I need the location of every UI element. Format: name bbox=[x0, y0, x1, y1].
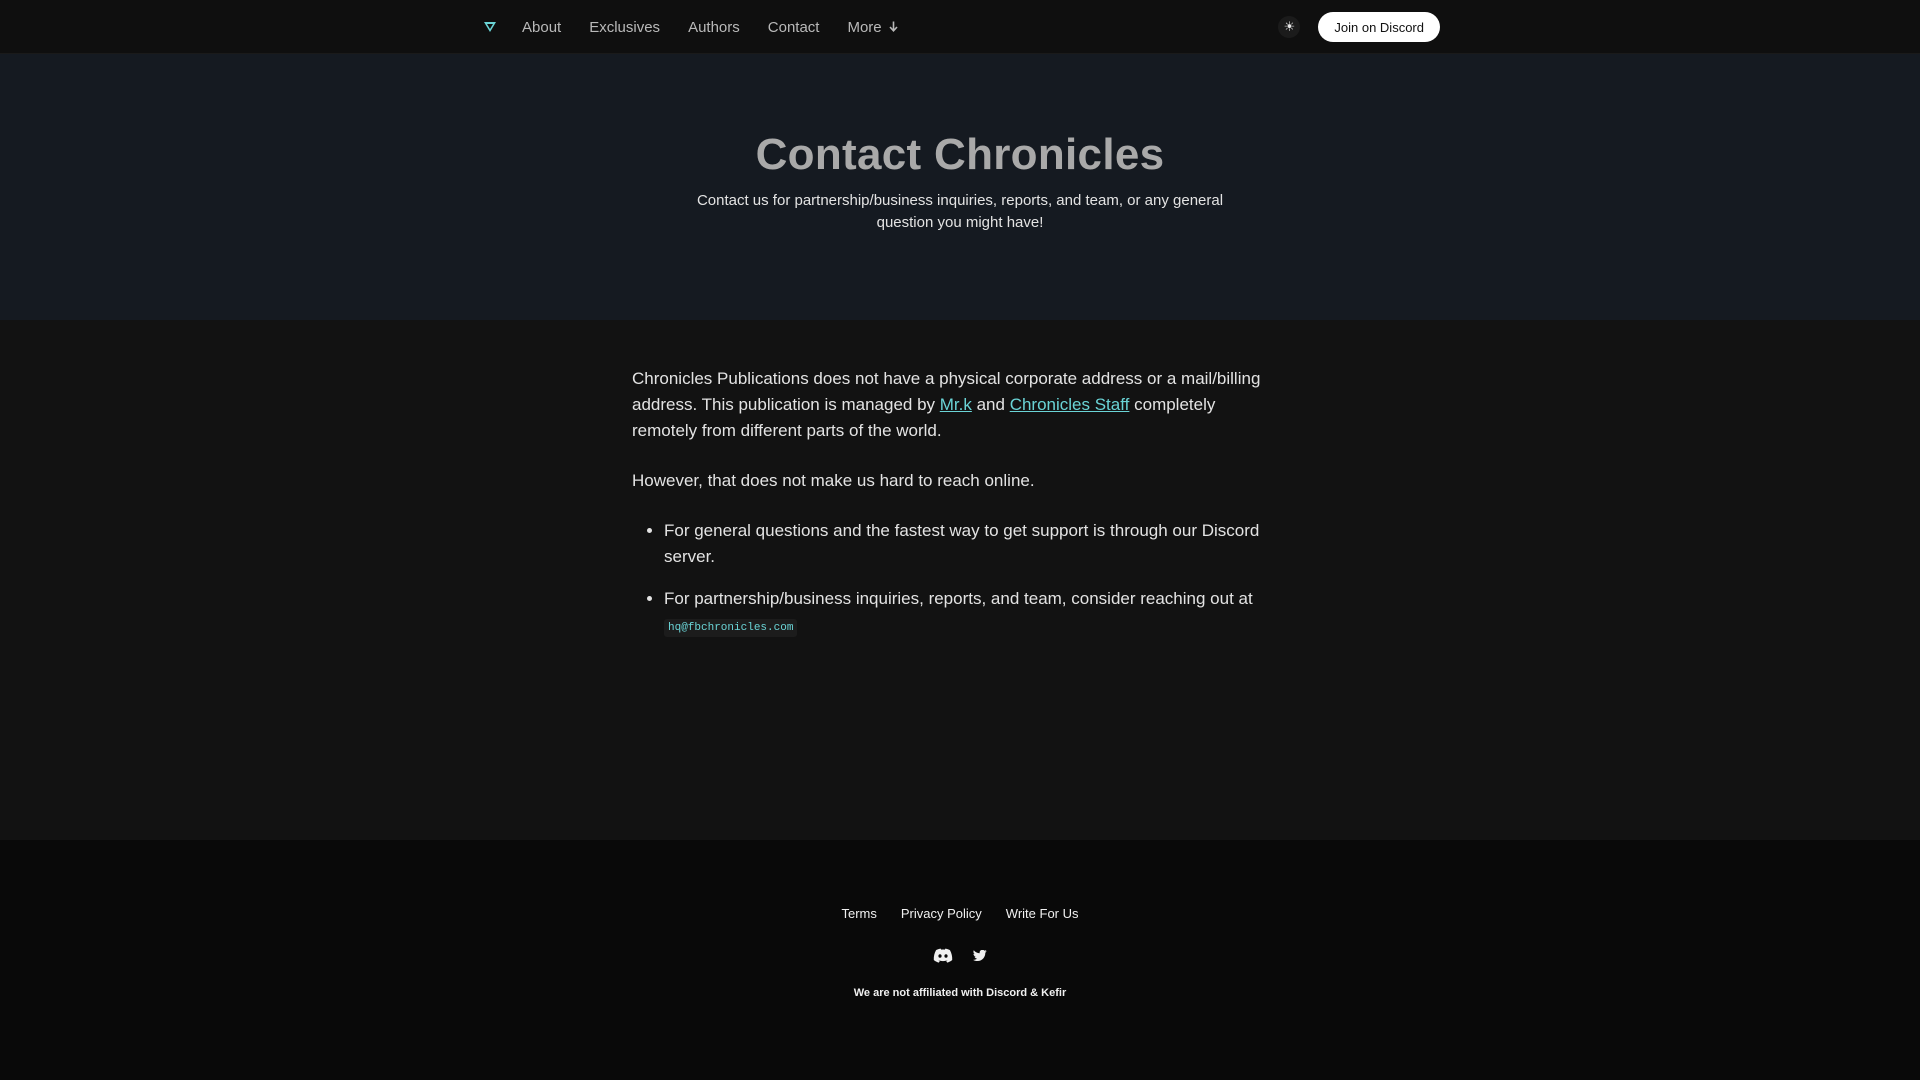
join-discord-button[interactable]: Join on Discord bbox=[1318, 12, 1440, 42]
reach-paragraph: However, that does not make us hard to r… bbox=[632, 471, 1035, 490]
nav-links: About Exclusives Authors Contact More bbox=[522, 19, 898, 36]
chronicles-logo-icon[interactable] bbox=[484, 21, 496, 33]
partnership-text: For partnership/business inquiries, repo… bbox=[664, 589, 1253, 608]
address-text-mid: and bbox=[971, 395, 1010, 414]
sun-icon: ☀ bbox=[1283, 19, 1296, 34]
footer-links: Terms Privacy Policy Write For Us bbox=[0, 906, 1920, 921]
navbar-inner: About Exclusives Authors Contact More ☀ … bbox=[484, 0, 1440, 54]
contact-content: Chronicles Publications does not have a … bbox=[632, 366, 1282, 654]
footer: Terms Privacy Policy Write For Us We are… bbox=[0, 840, 1920, 1080]
address-paragraph: Chronicles Publications does not have a … bbox=[632, 366, 1282, 444]
nav-actions: ☀ Join on Discord bbox=[1278, 12, 1440, 42]
nav-more-label: More bbox=[847, 18, 882, 36]
arrow-down-icon bbox=[889, 19, 898, 36]
page-subtitle: Contact us for partnership/business inqu… bbox=[696, 192, 1224, 231]
nav-more-dropdown[interactable]: More bbox=[847, 18, 898, 36]
contact-options-list: For general questions and the fastest wa… bbox=[632, 518, 1282, 638]
affiliation-note: We are not affiliated with Discord & Kef… bbox=[853, 987, 1067, 999]
nav-link-about[interactable]: About bbox=[522, 19, 561, 36]
hero-section: Contact Chronicles Contact us for partne… bbox=[0, 54, 1920, 320]
footer-link-terms[interactable]: Terms bbox=[841, 906, 876, 921]
discord-icon[interactable] bbox=[933, 948, 953, 963]
social-links bbox=[0, 948, 1920, 963]
page-title: Contact Chronicles bbox=[755, 130, 1165, 179]
footer-link-privacy[interactable]: Privacy Policy bbox=[901, 906, 982, 921]
list-item: For general questions and the fastest wa… bbox=[664, 518, 1282, 570]
twitter-icon[interactable] bbox=[973, 949, 987, 962]
general-questions-text: For general questions and the fastest wa… bbox=[664, 521, 1260, 566]
nav-link-authors[interactable]: Authors bbox=[688, 19, 740, 36]
contact-email[interactable]: hq@fbchronicles.com bbox=[664, 619, 798, 637]
nav-link-contact[interactable]: Contact bbox=[768, 19, 820, 36]
nav-link-exclusives[interactable]: Exclusives bbox=[589, 19, 660, 36]
list-item: For partnership/business inquiries, repo… bbox=[664, 586, 1282, 638]
top-navbar: About Exclusives Authors Contact More ☀ … bbox=[0, 0, 1920, 54]
footer-link-write-for-us[interactable]: Write For Us bbox=[1006, 906, 1079, 921]
theme-toggle-button[interactable]: ☀ bbox=[1278, 16, 1301, 38]
chronicles-staff-link[interactable]: Chronicles Staff bbox=[1010, 395, 1130, 414]
mr-k-link[interactable]: Mr.k bbox=[940, 395, 972, 414]
